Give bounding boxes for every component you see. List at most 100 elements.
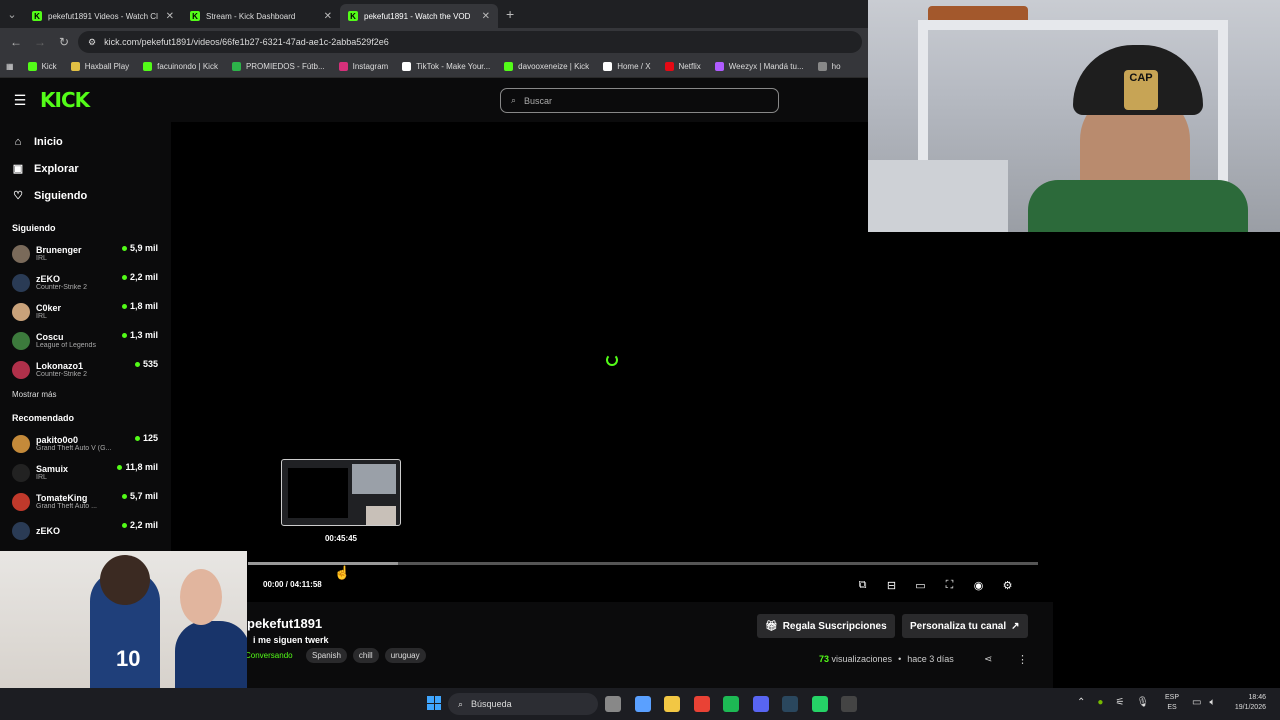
channel-item[interactable]: C0ker IRL 1,8 mil: [0, 297, 171, 326]
viewer-count-text: 2,2 mil: [129, 520, 158, 530]
url-field[interactable]: ⚙ kick.com/pekefut1891/videos/66fe1b27-6…: [78, 31, 862, 53]
gift-subs-button[interactable]: 🎁︎ Regala Suscripciones: [757, 614, 895, 638]
copilot-icon[interactable]: [634, 696, 651, 712]
channel-item[interactable]: Brunenger IRL 5,9 mil: [0, 239, 171, 268]
avatar: [12, 302, 30, 321]
tag-chip[interactable]: chill: [352, 648, 379, 663]
file-explorer-icon[interactable]: [664, 696, 680, 712]
avatar: [12, 463, 30, 482]
spotify-icon[interactable]: [723, 696, 739, 712]
player-head-left: [100, 555, 150, 605]
share-icon[interactable]: ⋖: [984, 654, 992, 665]
bookmark-item[interactable]: TikTok - Make Your...: [402, 62, 490, 71]
clock-time: 18:46: [1248, 694, 1266, 701]
bookmark-item[interactable]: PROMIEDOS - Fútb...: [231, 62, 325, 71]
taskbar-search[interactable]: ⌕ Búsqueda: [448, 693, 598, 715]
viewer-count: 2,2 mil: [121, 520, 158, 530]
browser-tab[interactable]: K Stream - Kick Dashboard ✕: [182, 4, 340, 28]
miniplayer-icon[interactable]: ⧉: [855, 578, 870, 593]
fullscreen-icon[interactable]: ⛶: [942, 578, 957, 593]
live-dot-icon: [121, 245, 127, 251]
channel-category: Grand Theft Auto ...: [36, 503, 97, 510]
bookmark-item[interactable]: Haxball Play: [70, 62, 129, 71]
sidebar: ⌂ Inicio ▣ Explorar ♡ Siguiendo Siguiendo Bru…: [0, 122, 171, 552]
obs-icon[interactable]: [841, 696, 857, 712]
bookmark-label: Home / X: [617, 62, 651, 71]
channel-item[interactable]: zEKO Counter-Strike 2 2,2 mil: [0, 268, 171, 297]
forward-icon[interactable]: →: [30, 32, 50, 52]
viewer-count-text: 535: [142, 359, 158, 369]
bookmark-label: davooxeneize | Kick: [518, 62, 590, 71]
channel-item[interactable]: Lokonazo1 Counter-Strike 2 535: [0, 355, 171, 384]
speed-icon[interactable]: ◉: [971, 578, 986, 593]
channel-name[interactable]: pekefut1891: [247, 616, 322, 631]
display-icon[interactable]: ▭: [1192, 697, 1201, 708]
bookmark-item[interactable]: Home / X: [603, 62, 651, 71]
apps-icon[interactable]: ▦: [6, 62, 14, 71]
reload-icon[interactable]: ↻: [54, 32, 74, 52]
bookmark-item[interactable]: Kick: [27, 62, 57, 71]
bookmark-item[interactable]: Instagram: [338, 62, 388, 71]
new-tab-icon[interactable]: +: [498, 6, 514, 22]
steam-icon[interactable]: [782, 696, 798, 712]
chrome-icon[interactable]: [693, 696, 710, 712]
home-icon: ⌂: [14, 135, 22, 148]
network-icon[interactable]: ⚟: [1115, 697, 1124, 708]
chevron-up-icon[interactable]: ⌃: [1077, 697, 1085, 708]
menu-icon[interactable]: ☰: [0, 92, 40, 109]
bookmark-item[interactable]: ho: [817, 62, 841, 71]
category-link[interactable]: Conversando: [245, 651, 293, 660]
screen: ⌄ K pekefut1891 Videos - Watch Cl ✕ K St…: [0, 0, 1280, 720]
bookmark-item[interactable]: davooxeneize | Kick: [504, 62, 589, 71]
bookmark-favicon-icon: [603, 62, 613, 71]
settings-icon[interactable]: ⚙: [1000, 578, 1015, 593]
kick-logo[interactable]: KICK: [40, 88, 90, 112]
bookmark-label: Netflix: [678, 62, 701, 71]
close-tab-icon[interactable]: ✕: [166, 11, 174, 22]
tab-search-icon[interactable]: ⌄: [0, 0, 24, 28]
whatsapp-icon[interactable]: [811, 696, 828, 712]
channel-item[interactable]: zEKO 2,2 mil: [0, 516, 171, 545]
site-info-icon[interactable]: ⚙: [88, 37, 96, 48]
close-tab-icon[interactable]: ✕: [324, 11, 332, 22]
channel-item[interactable]: Coscu League of Legends 1,3 mil: [0, 326, 171, 355]
channel-item[interactable]: TomateKing Grand Theft Auto ... 5,7 mil: [0, 487, 171, 516]
start-icon[interactable]: [427, 696, 441, 710]
language-indicator[interactable]: ESP ES: [1165, 693, 1179, 713]
show-more-link[interactable]: Mostrar más: [0, 390, 171, 399]
clip-icon[interactable]: ⊟: [884, 578, 899, 593]
bookmark-item[interactable]: facuinondo | Kick: [143, 62, 218, 71]
sidebar-nav-inicio[interactable]: ⌂ Inicio: [0, 128, 171, 155]
external-link-icon: ↗: [1011, 620, 1020, 632]
tag-list: Spanish chill uruguay: [306, 648, 426, 663]
customize-channel-button[interactable]: Personaliza tu canal ↗: [902, 614, 1028, 638]
discord-icon[interactable]: [752, 696, 769, 712]
bookmarks-bar: ▦ Kick Haxball Play facuinondo | Kick PROMI…: [0, 56, 868, 78]
search-input[interactable]: ⌕ Buscar: [500, 88, 779, 113]
bookmark-item[interactable]: Weezyx | Mandá tu...: [714, 62, 804, 71]
tag-chip[interactable]: uruguay: [384, 648, 426, 663]
task-view-icon[interactable]: [605, 696, 621, 712]
nvidia-icon[interactable]: ●: [1097, 697, 1103, 708]
channel-item[interactable]: pakito0o0 Grand Theft Auto V (G... 125: [0, 429, 171, 458]
theater-icon[interactable]: ▭: [913, 578, 928, 593]
back-icon[interactable]: ←: [6, 32, 26, 52]
clock[interactable]: 18:46 19/1/2026: [1226, 693, 1266, 713]
browser-tab-active[interactable]: K pekefut1891 - Watch the VOD ✕: [340, 4, 498, 28]
sidebar-nav-siguiendo[interactable]: ♡ Siguiendo: [0, 182, 171, 209]
close-tab-icon[interactable]: ✕: [482, 11, 490, 22]
bookmark-favicon-icon: [664, 62, 674, 71]
bookmark-item[interactable]: Netflix: [664, 62, 701, 71]
tag-chip[interactable]: Spanish: [306, 648, 347, 663]
sidebar-nav-explorar[interactable]: ▣ Explorar: [0, 155, 171, 182]
volume-icon[interactable]: 🔈︎: [1209, 697, 1215, 708]
channel-item[interactable]: Samuix IRL 11,8 mil: [0, 458, 171, 487]
live-dot-icon: [134, 435, 140, 441]
progress-bar[interactable]: [248, 562, 1038, 565]
bookmark-favicon-icon: [338, 62, 348, 71]
mic-icon[interactable]: 🎙︎: [1136, 697, 1149, 708]
more-options-icon[interactable]: ⋮: [1017, 653, 1028, 666]
browser-tab[interactable]: K pekefut1891 Videos - Watch Cl ✕: [24, 4, 182, 28]
channel-category: IRL: [36, 313, 47, 320]
tray-status: ▭ 🔈︎: [1192, 697, 1215, 708]
